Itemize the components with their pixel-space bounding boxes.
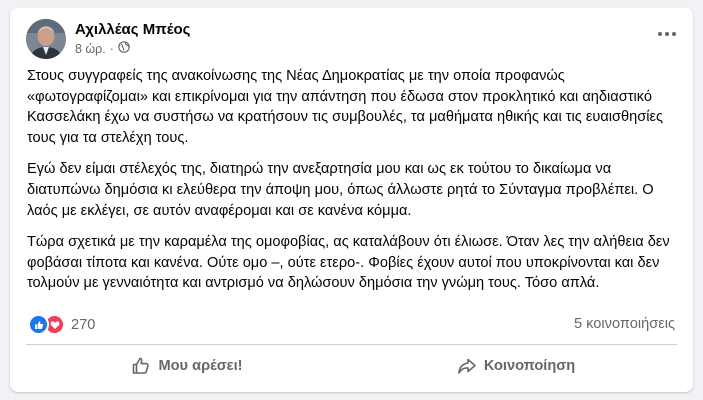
- reactions-summary[interactable]: 270: [28, 314, 95, 335]
- author-name[interactable]: Αχιλλέας Μπέος: [75, 21, 190, 38]
- thumbs-up-icon: [133, 357, 150, 374]
- like-button[interactable]: Μου αρέσει!: [26, 349, 348, 383]
- like-reaction-icon: [28, 314, 49, 335]
- post-card: Αχιλλέας Μπέος 8 ώρ. · Στους συγγραφείς …: [10, 8, 693, 392]
- share-arrow-icon: [458, 358, 476, 374]
- separator-dot: ·: [109, 41, 114, 56]
- post-time[interactable]: 8 ώρ.: [75, 42, 106, 56]
- share-label: Κοινοποίηση: [483, 358, 576, 374]
- divider: [26, 344, 677, 345]
- globe-icon: [118, 41, 130, 56]
- more-icon: [658, 32, 676, 36]
- share-button[interactable]: Κοινοποίηση: [355, 349, 677, 383]
- post-paragraph: Τώρα σχετικά με την καραμέλα της ομοφοβί…: [27, 234, 670, 292]
- author-avatar[interactable]: [26, 19, 66, 59]
- reaction-count: 270: [71, 316, 96, 333]
- like-label: Μου αρέσει!: [158, 358, 243, 374]
- post-paragraph: Εγώ δεν είμαι στέλεχός της, διατηρώ την …: [27, 161, 654, 219]
- post-text: Στους συγγραφείς της ανακοίνωσης της Νέα…: [27, 66, 679, 305]
- post-meta: 8 ώρ. ·: [75, 41, 130, 56]
- post-paragraph: Στους συγγραφείς της ανακοίνωσης της Νέα…: [27, 68, 664, 146]
- more-options-button[interactable]: [655, 26, 679, 42]
- shares-count-link[interactable]: 5 κοινοποιήσεις: [574, 316, 675, 332]
